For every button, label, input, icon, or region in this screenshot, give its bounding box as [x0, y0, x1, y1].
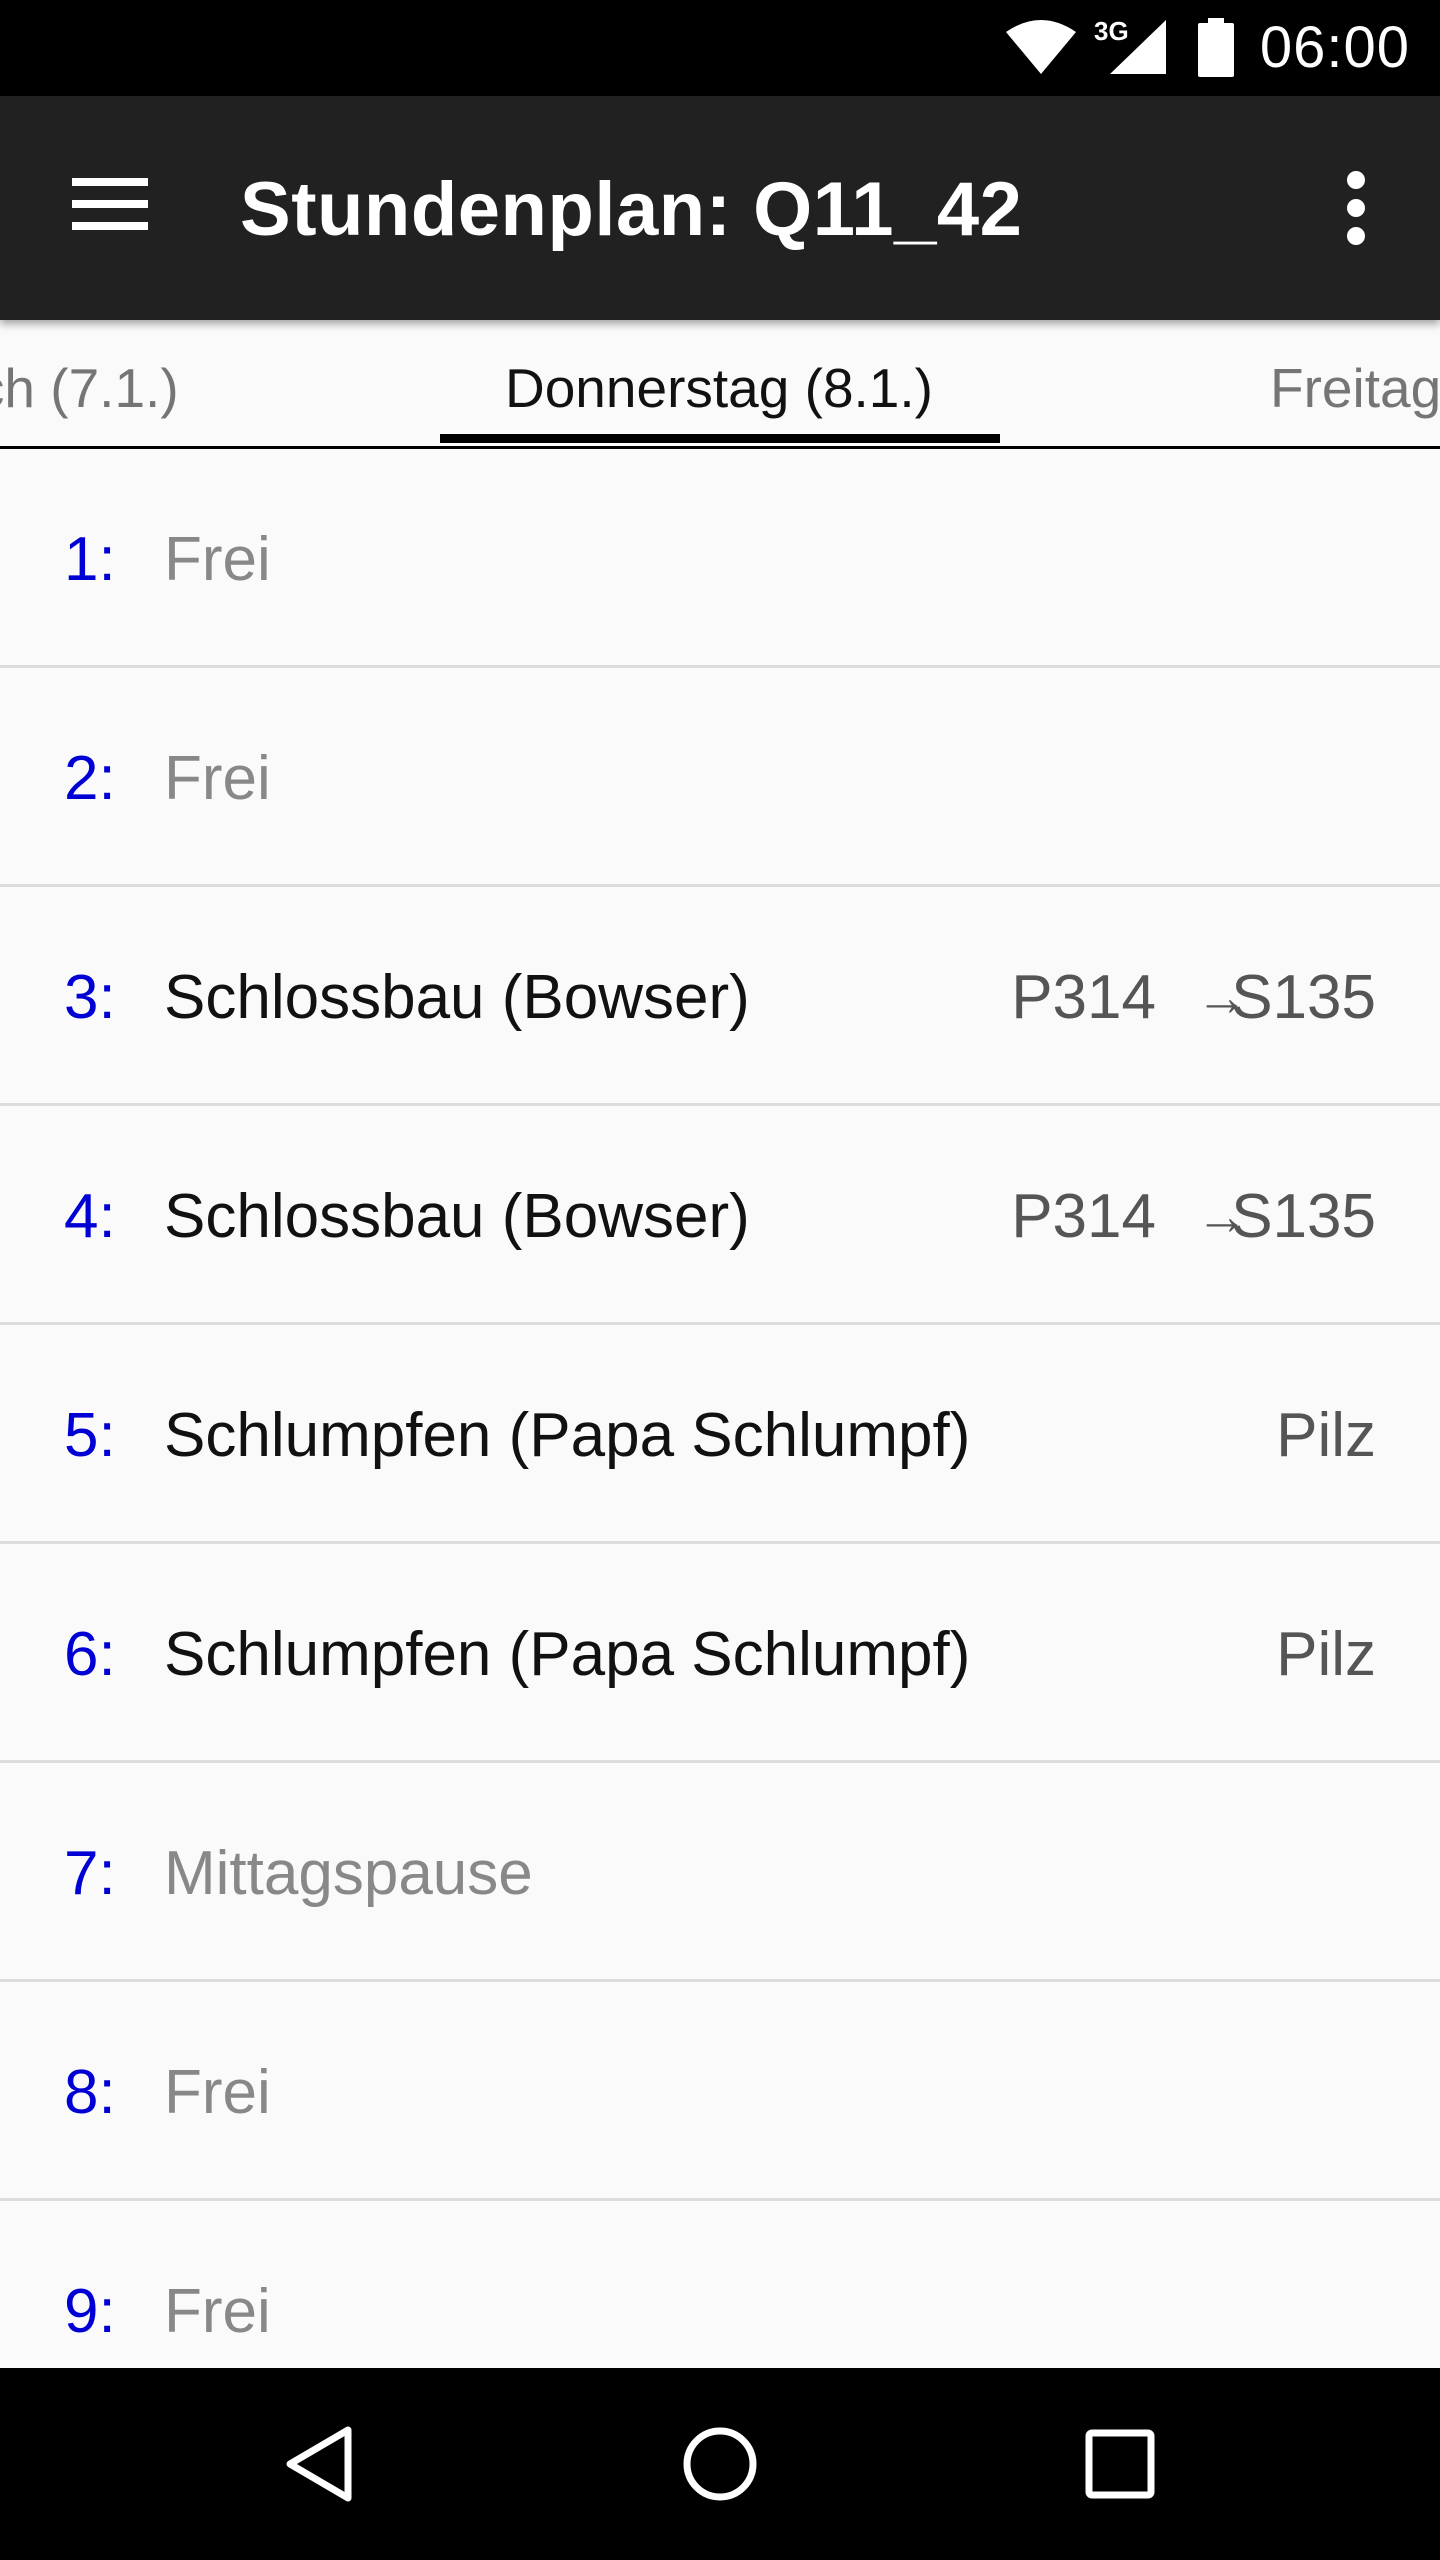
lesson-row[interactable]: 8: Frei — [0, 1982, 1440, 2201]
overflow-menu-icon[interactable] — [1308, 160, 1404, 256]
cell-signal-icon — [1108, 18, 1168, 81]
lesson-row[interactable]: 2: Frei — [0, 668, 1440, 887]
lesson-subject: Schlossbau (Bowser) — [164, 963, 750, 1032]
lesson-subject: Schlossbau (Bowser) — [164, 1182, 750, 1251]
lesson-number: 9: — [64, 2277, 116, 2346]
lesson-subject: Frei — [164, 2277, 271, 2346]
back-icon[interactable] — [282, 2424, 362, 2504]
home-icon[interactable] — [680, 2424, 760, 2504]
room-original: P314 — [1011, 1182, 1156, 1251]
battery-icon — [1196, 18, 1236, 83]
lesson-subject: Schlumpfen (Papa Schlumpf) — [164, 1401, 971, 1470]
hamburger-menu-icon[interactable] — [56, 164, 168, 252]
room-original: P314 — [1011, 963, 1156, 1032]
lesson-room: Pilz — [1276, 1620, 1376, 1689]
lesson-number: 4: — [64, 1182, 116, 1251]
lesson-row[interactable]: 4: Schlossbau (Bowser) P314 → S135 — [0, 1106, 1440, 1325]
lesson-number: 7: — [64, 1839, 116, 1908]
navigation-bar — [0, 2368, 1440, 2560]
lesson-subject: Mittagspause — [164, 1839, 533, 1908]
status-bar: 3G 06:00 — [0, 0, 1440, 96]
lesson-row[interactable]: 3: Schlossbau (Bowser) P314 → S135 — [0, 887, 1440, 1106]
app-bar: Stundenplan: Q11_42 — [0, 96, 1440, 320]
lesson-subject: Frei — [164, 2058, 271, 2127]
tab-wednesday[interactable]: Mittwoch (7.1.) — [0, 356, 179, 420]
room-new: S135 — [1231, 963, 1376, 1032]
lesson-subject: Schlumpfen (Papa Schlumpf) — [164, 1620, 971, 1689]
active-tab-indicator — [440, 434, 1000, 443]
lesson-number: 5: — [64, 1401, 116, 1470]
lesson-list: 1: Frei 2: Frei 3: Schlossbau (Bowser) P… — [0, 449, 1440, 2420]
room-new: S135 — [1231, 1182, 1376, 1251]
wifi-icon — [1004, 18, 1078, 81]
day-tabs: Mittwoch (7.1.) Donnerstag (8.1.) Freita… — [0, 320, 1440, 449]
tab-friday[interactable]: Freitag — [1270, 356, 1440, 420]
recents-icon[interactable] — [1080, 2424, 1160, 2504]
lesson-number: 8: — [64, 2058, 116, 2127]
lesson-number: 3: — [64, 963, 116, 1032]
tab-thursday[interactable]: Donnerstag (8.1.) — [505, 356, 933, 420]
lesson-room: Pilz — [1276, 1401, 1376, 1470]
lesson-number: 6: — [64, 1620, 116, 1689]
lesson-number: 2: — [64, 744, 116, 813]
lesson-row[interactable]: 5: Schlumpfen (Papa Schlumpf) Pilz — [0, 1325, 1440, 1544]
lesson-subject: Frei — [164, 744, 271, 813]
lesson-row[interactable]: 6: Schlumpfen (Papa Schlumpf) Pilz — [0, 1544, 1440, 1763]
lesson-row[interactable]: 7: Mittagspause — [0, 1763, 1440, 1982]
page-title: Stundenplan: Q11_42 — [240, 167, 1023, 252]
lesson-number: 1: — [64, 525, 116, 594]
lesson-subject: Frei — [164, 525, 271, 594]
status-time: 06:00 — [1259, 15, 1410, 80]
lesson-row[interactable]: 1: Frei — [0, 449, 1440, 668]
